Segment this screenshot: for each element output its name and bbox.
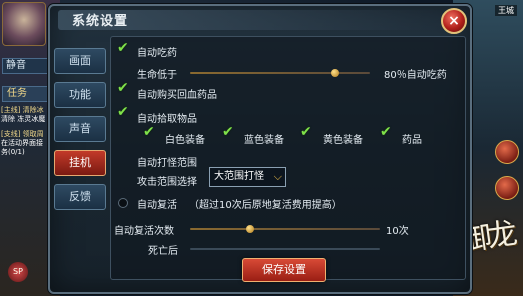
auto-buy-checkbox-icon[interactable]: ✔ (117, 81, 132, 96)
quest-line[interactable]: 在活动界面接 (1, 139, 43, 148)
save-settings-button[interactable]: 保存设置 (242, 258, 326, 282)
potion-label: 药品 (402, 135, 422, 146)
revive-count-label: 自动复活次数 (114, 226, 174, 237)
potion-checkbox-icon[interactable]: ✔ (380, 125, 395, 140)
after-death-label: 死亡后 (148, 246, 178, 257)
hp-threshold-value: 80％自动吃药 (384, 70, 447, 81)
tab-function[interactable]: 功能 (54, 82, 106, 108)
tab-feedback[interactable]: 反馈 (54, 184, 106, 210)
after-death-slider[interactable] (190, 248, 380, 250)
sp-badge-icon[interactable]: SP (8, 262, 28, 282)
auto-revive-toggle[interactable] (118, 198, 128, 208)
hp-threshold-slider-knob[interactable] (331, 69, 339, 77)
auto-pickup-checkbox-icon[interactable]: ✔ (117, 105, 132, 120)
mute-button[interactable]: 静音 (2, 58, 48, 74)
yellow-gear-label: 黄色装备 (323, 135, 363, 146)
hp-threshold-label: 生命低于 (137, 70, 177, 81)
skill-orb-icon[interactable] (495, 176, 519, 200)
auto-revive-label: 自动复活 (137, 200, 177, 211)
close-button[interactable]: × (441, 8, 467, 34)
blue-gear-checkbox-icon[interactable]: ✔ (222, 125, 237, 140)
auto-revive-note: （超过10次后原地复活费用提高） (189, 200, 342, 211)
attack-range-select[interactable]: 大范围打怪 ⌵ (209, 167, 286, 187)
attack-range-select-value: 大范围打怪 (214, 171, 264, 182)
white-gear-checkbox-icon[interactable]: ✔ (143, 125, 158, 140)
blue-gear-label: 蓝色装备 (244, 135, 284, 146)
minimap-location-label: 王城 (495, 5, 517, 16)
revive-count-slider[interactable] (190, 228, 380, 230)
auto-potion-checkbox-icon[interactable]: ✔ (117, 41, 132, 56)
revive-count-value: 10次 (386, 226, 409, 237)
quest-line[interactable]: [主线] 清除冰 (1, 106, 44, 115)
tab-sound[interactable]: 声音 (54, 116, 106, 142)
quest-line[interactable]: 清除 冻灵冰魔 (1, 115, 45, 124)
tab-display[interactable]: 画面 (54, 48, 106, 74)
panel-title: 系统设置 (72, 14, 129, 29)
game-screen: 静音 任务 [主线] 清除冰 清除 冻灵冰魔 [支线] 领取周 在活动界面接 务… (0, 0, 523, 296)
auto-pickup-label: 自动拾取物品 (137, 114, 197, 125)
revive-count-slider-knob[interactable] (246, 225, 254, 233)
chevron-down-icon: ⌵ (273, 170, 282, 183)
task-tab[interactable]: 任务 (2, 86, 50, 102)
player-avatar[interactable] (2, 2, 46, 46)
attack-range-select-label: 攻击范围选择 (137, 177, 197, 188)
skill-orb-icon[interactable] (495, 140, 519, 164)
yellow-gear-checkbox-icon[interactable]: ✔ (300, 125, 315, 140)
white-gear-label: 白色装备 (165, 135, 205, 146)
hp-threshold-slider[interactable] (190, 72, 370, 74)
auto-potion-label: 自动吃药 (137, 48, 177, 59)
auto-buy-label: 自动购买回血药品 (137, 90, 217, 101)
quest-line[interactable]: [支线] 领取周 (1, 130, 44, 139)
tab-autoplay[interactable]: 挂机 (54, 150, 106, 176)
quest-line[interactable]: 务(0/1) (1, 148, 25, 157)
auto-attack-range-label: 自动打怪范围 (137, 158, 197, 169)
